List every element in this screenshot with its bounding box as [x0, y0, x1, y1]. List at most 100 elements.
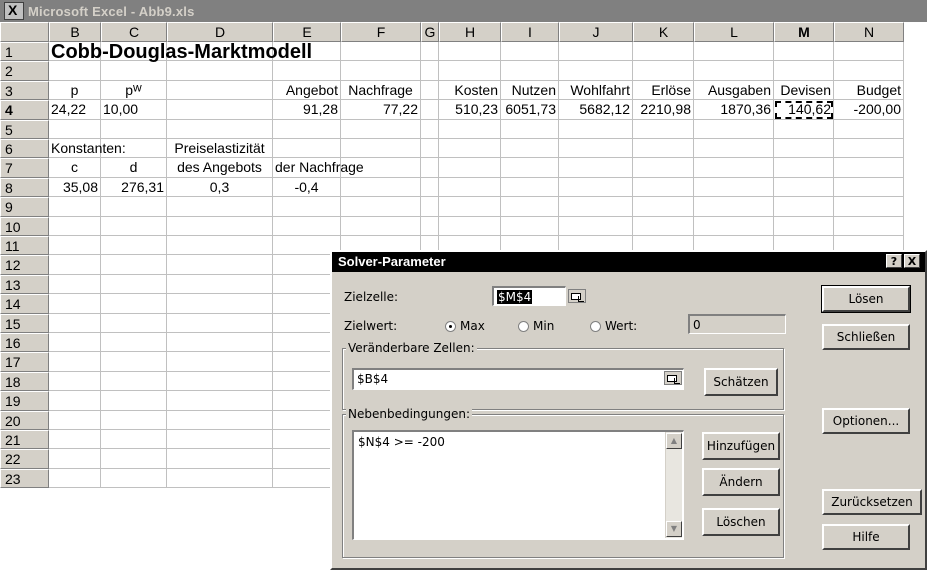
cell-l3[interactable]: Ausgaben — [694, 80, 774, 101]
cell-f9[interactable] — [341, 197, 421, 217]
cell-l8[interactable] — [694, 177, 774, 198]
cell-b5[interactable] — [49, 119, 101, 139]
cell-c21[interactable] — [101, 430, 167, 450]
cell-n2[interactable] — [834, 61, 904, 81]
radio-max[interactable] — [445, 321, 456, 332]
radio-value[interactable] — [590, 321, 601, 332]
cell-n6[interactable] — [834, 139, 904, 159]
cell-b17[interactable] — [49, 352, 101, 372]
row-header-22[interactable]: 22 — [0, 449, 49, 469]
options-button[interactable]: Optionen... — [822, 408, 910, 434]
cell-b19[interactable] — [49, 391, 101, 411]
cell-f10[interactable] — [341, 216, 421, 236]
cell-b2[interactable] — [49, 61, 101, 81]
cell-k10[interactable] — [633, 216, 694, 236]
cell-d18[interactable] — [167, 371, 273, 392]
cell-b22[interactable] — [49, 449, 101, 469]
cell-k8[interactable] — [633, 177, 694, 198]
cell-h8[interactable] — [439, 177, 501, 198]
cell-j9[interactable] — [559, 197, 633, 217]
cell-b7[interactable]: c — [49, 158, 101, 178]
cell-i6[interactable] — [501, 139, 559, 159]
column-header-n[interactable]: N — [834, 22, 904, 42]
cell-e8[interactable]: -0,4 — [273, 177, 341, 198]
cell-h1[interactable] — [439, 42, 501, 62]
cell-e2[interactable] — [273, 61, 341, 81]
cell-c22[interactable] — [101, 449, 167, 469]
cell-b10[interactable] — [49, 216, 101, 236]
row-header-4[interactable]: 4 — [0, 100, 49, 120]
cell-d10[interactable] — [167, 216, 273, 236]
column-header-b[interactable]: B — [49, 22, 101, 42]
column-header-k[interactable]: K — [633, 22, 694, 42]
radio-min[interactable] — [518, 321, 529, 332]
cell-e5[interactable] — [273, 119, 341, 139]
cell-d15[interactable] — [167, 313, 273, 333]
cell-i8[interactable] — [501, 177, 559, 198]
cell-c19[interactable] — [101, 391, 167, 411]
cell-d19[interactable] — [167, 391, 273, 411]
cell-i5[interactable] — [501, 119, 559, 139]
cell-m6[interactable] — [774, 139, 834, 159]
cell-c18[interactable] — [101, 371, 167, 392]
cell-d14[interactable] — [167, 294, 273, 314]
target-cell-ref-icon[interactable] — [568, 289, 586, 303]
cell-c5[interactable] — [101, 119, 167, 139]
column-header-d[interactable]: D — [167, 22, 273, 42]
cell-g1[interactable] — [421, 42, 439, 62]
cell-l2[interactable] — [694, 61, 774, 81]
constraints-list[interactable]: $N$4 >= -200 — [352, 430, 684, 540]
cell-c9[interactable] — [101, 197, 167, 217]
row-header-23[interactable]: 23 — [0, 468, 49, 489]
cell-h10[interactable] — [439, 216, 501, 236]
cell-n3[interactable]: Budget — [834, 80, 904, 101]
cell-e10[interactable] — [273, 216, 341, 236]
target-cell-input[interactable]: $M$4 — [492, 286, 566, 306]
column-header-f[interactable]: F — [341, 22, 421, 42]
cell-e9[interactable] — [273, 197, 341, 217]
cell-d12[interactable] — [167, 255, 273, 275]
cell-m2[interactable] — [774, 61, 834, 81]
cell-b20[interactable] — [49, 410, 101, 430]
cell-k5[interactable] — [633, 119, 694, 139]
column-header-h[interactable]: H — [439, 22, 501, 42]
cell-m5[interactable] — [774, 119, 834, 139]
cell-c13[interactable] — [101, 274, 167, 295]
column-header-m[interactable]: M — [774, 22, 834, 42]
cell-d22[interactable] — [167, 449, 273, 469]
cell-b11[interactable] — [49, 236, 101, 256]
column-header-i[interactable]: I — [501, 22, 559, 42]
cell-b15[interactable] — [49, 313, 101, 333]
change-button[interactable]: Ändern — [702, 468, 780, 496]
cell-i3[interactable]: Nutzen — [501, 80, 559, 101]
cell-b1[interactable]: Cobb-Douglas-Marktmodell — [49, 41, 312, 63]
cell-c4[interactable]: 10,00 — [101, 100, 167, 120]
cell-b21[interactable] — [49, 430, 101, 450]
cell-c3[interactable]: pᵂ — [101, 80, 167, 101]
scroll-up-icon[interactable]: ▲ — [666, 433, 682, 449]
cell-f4[interactable]: 77,22 — [341, 100, 421, 120]
row-header-16[interactable]: 16 — [0, 333, 49, 353]
cell-k3[interactable]: Erlöse — [633, 80, 694, 101]
cell-k1[interactable] — [633, 42, 694, 62]
cell-j8[interactable] — [559, 177, 633, 198]
cell-i4[interactable]: 6051,73 — [501, 100, 559, 120]
solve-button[interactable]: Lösen — [821, 285, 911, 313]
cell-c16[interactable] — [101, 333, 167, 353]
row-header-14[interactable]: 14 — [0, 294, 49, 314]
row-header-19[interactable]: 19 — [0, 391, 49, 411]
row-header-7[interactable]: 7 — [0, 158, 49, 178]
cell-d7[interactable]: des Angebots — [167, 158, 273, 178]
cell-n4[interactable]: -200,00 — [834, 100, 904, 120]
cell-k6[interactable] — [633, 139, 694, 159]
cell-j4[interactable]: 5682,12 — [559, 100, 633, 120]
cell-i2[interactable] — [501, 61, 559, 81]
row-header-10[interactable]: 10 — [0, 216, 49, 236]
cell-f2[interactable] — [341, 61, 421, 81]
cell-f3[interactable]: Nachfrage — [341, 80, 421, 101]
cell-g3[interactable] — [421, 80, 439, 101]
cell-m9[interactable] — [774, 197, 834, 217]
cell-g4[interactable] — [421, 100, 439, 120]
cell-l6[interactable] — [694, 139, 774, 159]
column-header-j[interactable]: J — [559, 22, 633, 42]
